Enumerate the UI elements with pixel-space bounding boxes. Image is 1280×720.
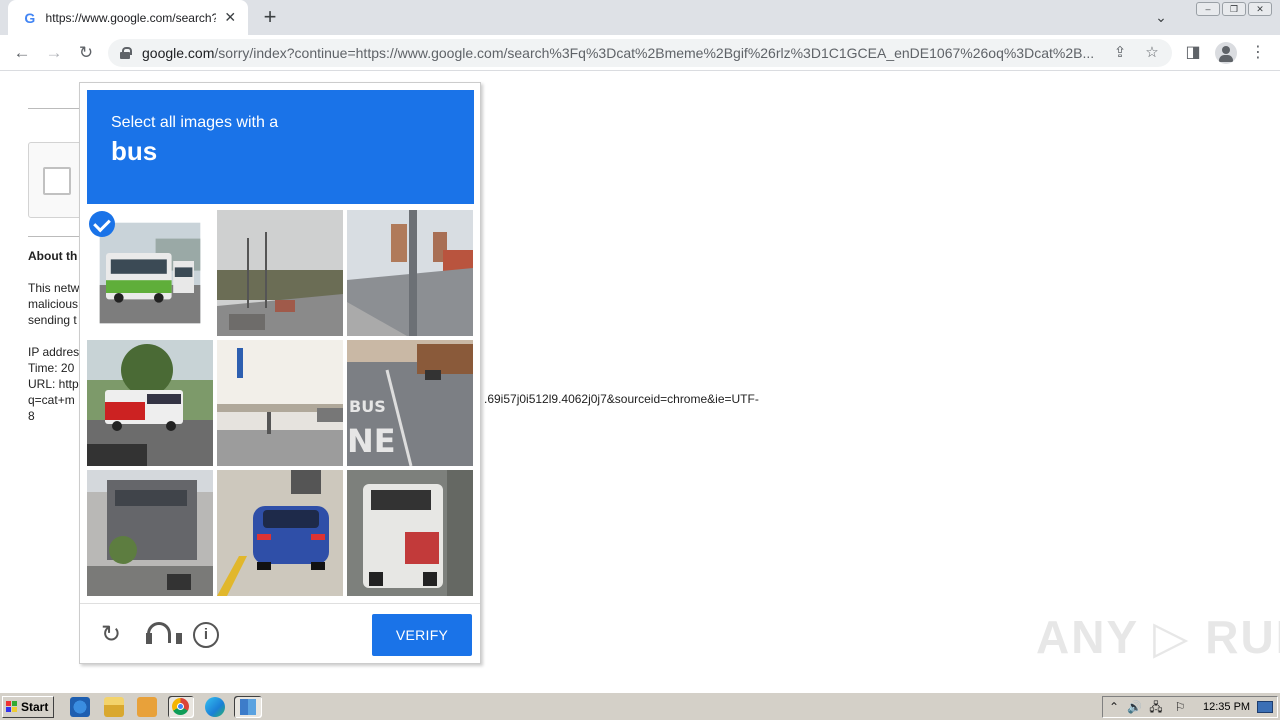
window-close-button[interactable]: ✕ xyxy=(1248,2,1272,16)
chrome-icon-center xyxy=(177,703,184,710)
selected-check-icon xyxy=(89,211,115,237)
tile-bus-rear-image xyxy=(347,470,473,596)
browser-tab[interactable]: G https://www.google.com/search?q= ✕ xyxy=(8,0,248,35)
show-desktop-icon[interactable] xyxy=(1257,701,1273,713)
address-bar[interactable]: google.com/sorry/index?continue=https://… xyxy=(108,39,1172,67)
challenge-footer: ↻ i VERIFY xyxy=(80,603,480,664)
url-tail-text: .69i57j0i512l9.4062j0j7&sourceid=chrome&… xyxy=(484,392,759,406)
tile-bus-green-image xyxy=(99,222,201,324)
tile-road-poles[interactable] xyxy=(217,210,343,336)
divider xyxy=(28,236,80,237)
tile-building[interactable] xyxy=(87,470,213,596)
internet-explorer-icon[interactable] xyxy=(70,697,90,717)
tile-bus-red-image xyxy=(87,340,213,466)
taskbar: Start ⌃ 🔊 🖧 ⚐ 12:35 PM xyxy=(0,692,1280,720)
about-text-line: sending t xyxy=(28,313,77,327)
info-icon[interactable]: i xyxy=(193,622,219,648)
tile-truck-side[interactable] xyxy=(217,340,343,466)
tile-bus-red[interactable] xyxy=(87,340,213,466)
ip-address-line: IP addres xyxy=(28,345,80,359)
reload-challenge-icon[interactable]: ↻ xyxy=(98,622,124,648)
tile-road-poles-image xyxy=(217,210,343,336)
window-controls: – ❐ ✕ xyxy=(1194,2,1272,16)
tab-strip: G https://www.google.com/search?q= ✕ + ⌄… xyxy=(0,0,1280,35)
media-player-icon[interactable] xyxy=(137,697,157,717)
edge-icon[interactable] xyxy=(205,697,225,717)
divider xyxy=(28,108,80,109)
tile-bus-lane-image: BUS NE xyxy=(347,340,473,466)
verify-button[interactable]: VERIFY xyxy=(372,614,472,656)
volume-icon[interactable]: 🔊 xyxy=(1127,700,1142,714)
tile-bus-lane[interactable]: BUS NE xyxy=(347,340,473,466)
browser-toolbar: ← → ↻ google.com/sorry/index?continue=ht… xyxy=(0,35,1280,71)
tile-blue-car-image xyxy=(217,470,343,596)
headphones-icon[interactable] xyxy=(146,622,182,644)
clock[interactable]: 12:35 PM xyxy=(1203,701,1250,713)
tile-truck-side-image xyxy=(217,340,343,466)
challenge-header: Select all images with a bus xyxy=(87,90,474,204)
menu-icon[interactable]: ⋮ xyxy=(1248,43,1268,63)
profile-avatar[interactable] xyxy=(1215,42,1237,64)
url-line: 8 xyxy=(28,409,35,423)
minimize-button[interactable]: – xyxy=(1196,2,1220,16)
svg-text:BUS: BUS xyxy=(349,397,386,416)
maximize-button[interactable]: ❐ xyxy=(1222,2,1246,16)
show-hidden-icons-icon[interactable]: ⌃ xyxy=(1107,700,1121,714)
forward-button[interactable]: → xyxy=(42,41,66,65)
windows-logo-icon xyxy=(6,701,18,713)
tab-title: https://www.google.com/search?q= xyxy=(45,10,217,25)
lock-icon[interactable] xyxy=(120,47,132,59)
side-panel-icon[interactable]: ◨ xyxy=(1183,43,1203,63)
app-icon xyxy=(240,699,256,715)
tile-street-buildings-image xyxy=(347,210,473,336)
app-taskbar-button[interactable] xyxy=(234,696,262,718)
challenge-instruction: Select all images with a xyxy=(111,114,279,131)
tile-building-image xyxy=(87,470,213,596)
bookmark-star-icon[interactable]: ☆ xyxy=(1142,43,1162,63)
svg-text:NE: NE xyxy=(347,422,396,460)
about-heading: About th xyxy=(28,249,78,263)
start-button[interactable]: Start xyxy=(2,696,54,718)
recaptcha-challenge: Select all images with a bus BUS NE ↻ i … xyxy=(79,82,481,664)
reload-button[interactable]: ↻ xyxy=(74,41,98,65)
tile-blue-car[interactable] xyxy=(217,470,343,596)
network-icon[interactable]: 🖧 xyxy=(1149,700,1163,714)
tab-close-icon[interactable]: ✕ xyxy=(222,9,238,26)
share-icon[interactable]: ⇪ xyxy=(1110,43,1130,63)
tile-bus-rear[interactable] xyxy=(347,470,473,596)
about-text-line: This netw xyxy=(28,281,80,295)
url-line: URL: http xyxy=(28,377,79,391)
back-button[interactable]: ← xyxy=(10,41,34,65)
recaptcha-checkbox[interactable] xyxy=(43,167,71,195)
action-center-flag-icon[interactable]: ⚐ xyxy=(1173,700,1187,714)
url-text[interactable]: google.com/sorry/index?continue=https://… xyxy=(142,45,1104,61)
about-text-line: malicious xyxy=(28,297,79,311)
challenge-keyword: bus xyxy=(111,136,158,166)
start-label: Start xyxy=(21,700,49,714)
file-explorer-icon[interactable] xyxy=(104,697,124,717)
new-tab-button[interactable]: + xyxy=(258,4,282,30)
system-tray: ⌃ 🔊 🖧 ⚐ 12:35 PM xyxy=(1102,696,1278,718)
tab-search-icon[interactable]: ⌄ xyxy=(1150,6,1172,28)
url-line: q=cat+m xyxy=(28,393,75,407)
chrome-taskbar-button[interactable] xyxy=(168,696,194,718)
tile-street-buildings[interactable] xyxy=(347,210,473,336)
anyrun-watermark-logo: ANY ▷ RUN xyxy=(1036,611,1280,663)
google-favicon-icon: G xyxy=(24,9,36,26)
time-line: Time: 20 xyxy=(28,361,75,375)
